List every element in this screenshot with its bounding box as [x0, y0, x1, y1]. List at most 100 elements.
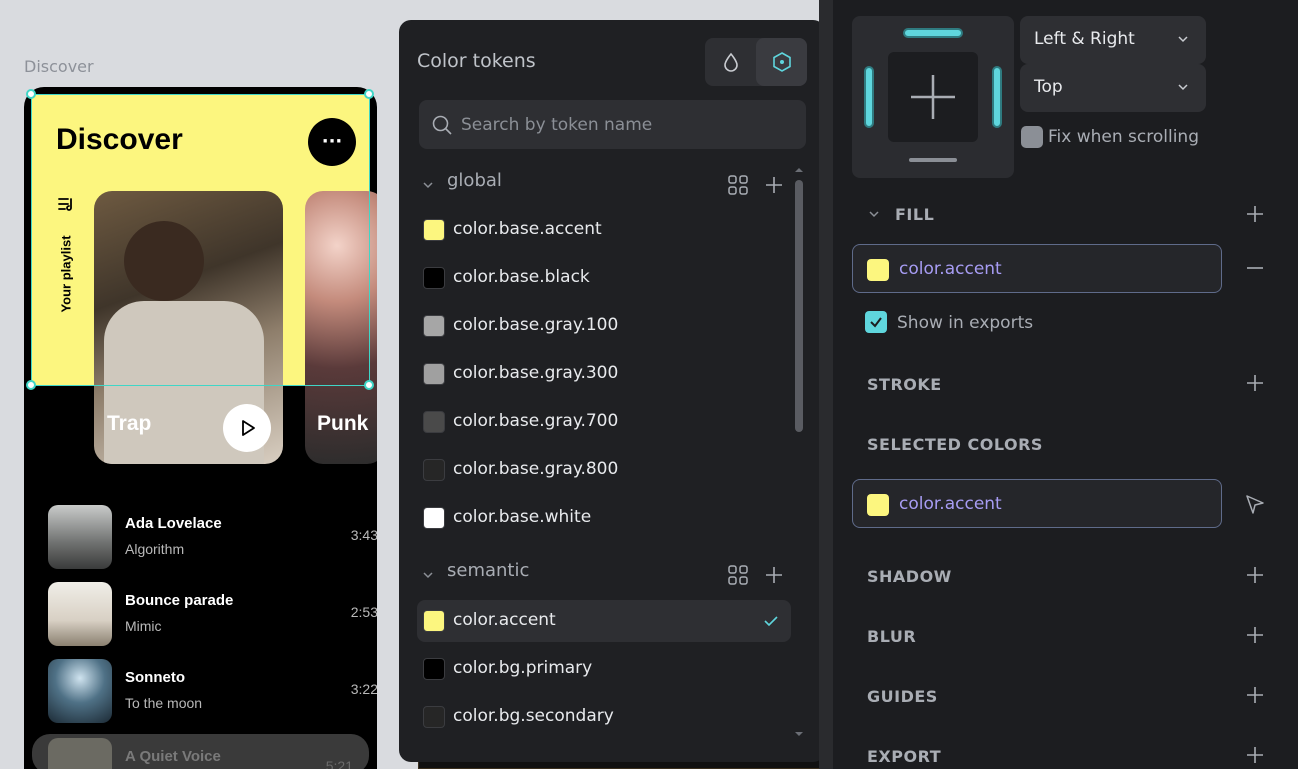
fill-token-name[interactable]: color.accent — [899, 259, 1002, 279]
track-artist: Mimic — [125, 618, 162, 634]
token-item[interactable]: color.bg.primary — [417, 648, 791, 690]
token-item[interactable]: color.base.gray.300 — [417, 353, 791, 395]
group-name: global — [447, 170, 502, 191]
frame-label[interactable]: Discover — [24, 57, 94, 76]
track-title: A Quiet Voice — [125, 748, 221, 765]
design-panel[interactable]: Left & Right Top Fix when scrolling FILL… — [833, 0, 1298, 769]
add-guide-icon[interactable] — [1243, 683, 1267, 707]
show-in-exports-label[interactable]: Show in exports — [897, 313, 1033, 333]
token-name: color.base.gray.700 — [453, 411, 619, 431]
panel-title: Color tokens — [417, 50, 536, 72]
token-view-button[interactable] — [756, 38, 807, 86]
resize-handle-tr[interactable] — [364, 89, 374, 99]
token-item[interactable]: color.bg.secondary — [417, 696, 791, 738]
selection-box[interactable] — [31, 94, 370, 386]
add-blur-icon[interactable] — [1243, 623, 1267, 647]
token-search[interactable] — [419, 100, 806, 149]
scrollbar-thumb[interactable] — [795, 180, 803, 432]
track-row-playing[interactable]: A Quiet Voice 5:21 — [32, 734, 369, 769]
token-item[interactable]: color.base.gray.800 — [417, 449, 791, 491]
chevron-down-icon — [1178, 36, 1188, 43]
token-swatch — [423, 610, 445, 632]
plus-icon — [911, 75, 955, 119]
token-item[interactable]: color.base.gray.700 — [417, 401, 791, 443]
color-tokens-panel[interactable]: Color tokens global color.base.accent col… — [399, 20, 825, 762]
search-input[interactable] — [461, 100, 791, 149]
group-name: semantic — [447, 560, 530, 581]
token-name: color.bg.secondary — [453, 706, 614, 726]
token-name: color.base.white — [453, 507, 592, 527]
dropdown-value: Left & Right — [1034, 29, 1135, 49]
scroll-down-icon[interactable] — [793, 730, 805, 738]
panel-divider — [819, 0, 833, 769]
token-name: color.bg.primary — [453, 658, 593, 678]
track-row[interactable]: Ada Lovelace Algorithm 3:43 — [48, 505, 377, 569]
resize-handle-br[interactable] — [364, 380, 374, 390]
chevron-down-icon[interactable] — [421, 568, 435, 582]
fill-token-row[interactable]: color.accent — [852, 244, 1222, 293]
group-header-semantic[interactable]: semantic — [417, 560, 789, 590]
drop-icon — [723, 52, 738, 72]
fill-swatch[interactable] — [867, 259, 889, 281]
add-fill-icon[interactable] — [1243, 202, 1267, 226]
play-button[interactable] — [223, 404, 271, 452]
track-thumbnail — [48, 582, 112, 646]
add-token-icon[interactable] — [763, 564, 785, 586]
token-item[interactable]: color.accent — [417, 600, 791, 642]
fix-scrolling-checkbox[interactable] — [1021, 126, 1043, 148]
track-thumbnail — [48, 659, 112, 723]
selected-color-token[interactable]: color.accent — [899, 494, 1002, 514]
constraint-bottom[interactable] — [909, 158, 957, 162]
token-name: color.base.gray.800 — [453, 459, 619, 479]
group-header-global[interactable]: global — [417, 170, 789, 200]
check-icon — [870, 317, 882, 328]
vertical-constraint-dropdown[interactable]: Top — [1020, 64, 1206, 112]
constraint-right[interactable] — [992, 66, 1002, 128]
remove-fill-icon[interactable] — [1243, 256, 1267, 280]
chevron-down-icon[interactable] — [867, 207, 881, 221]
constraints-widget[interactable] — [852, 16, 1014, 178]
select-cursor-icon[interactable] — [1243, 492, 1267, 516]
token-name: color.accent — [453, 610, 556, 630]
chevron-down-icon[interactable] — [421, 178, 435, 192]
token-name: color.base.black — [453, 267, 590, 287]
fix-scrolling-label[interactable]: Fix when scrolling — [1048, 127, 1199, 147]
token-swatch — [423, 315, 445, 337]
constraint-left[interactable] — [864, 66, 874, 128]
chevron-down-icon — [1178, 84, 1188, 91]
add-token-icon[interactable] — [763, 174, 785, 196]
export-section-title: EXPORT — [867, 747, 942, 766]
token-swatch — [423, 267, 445, 289]
track-row[interactable]: Sonneto To the moon 3:22 — [48, 659, 377, 723]
add-stroke-icon[interactable] — [1243, 371, 1267, 395]
token-swatch — [423, 706, 445, 728]
selected-color-row[interactable]: color.accent — [852, 479, 1222, 528]
color-view-button[interactable] — [705, 38, 756, 86]
resize-handle-bl[interactable] — [26, 380, 36, 390]
token-swatch — [423, 411, 445, 433]
track-duration: 3:22 — [350, 681, 377, 697]
horizontal-constraint-dropdown[interactable]: Left & Right — [1020, 16, 1206, 64]
fill-section-title: FILL — [895, 205, 935, 224]
selected-color-swatch[interactable] — [867, 494, 889, 516]
token-item[interactable]: color.base.black — [417, 257, 791, 299]
resize-handle-tl[interactable] — [26, 89, 36, 99]
constraint-top[interactable] — [903, 28, 963, 38]
show-in-exports-checkbox[interactable] — [865, 311, 887, 333]
track-thumbnail — [48, 738, 112, 769]
token-swatch — [423, 507, 445, 529]
token-swatch — [423, 363, 445, 385]
token-item[interactable]: color.base.white — [417, 497, 791, 539]
grid-view-icon[interactable] — [727, 174, 749, 196]
track-title: Sonneto — [125, 669, 185, 686]
grid-view-icon[interactable] — [727, 564, 749, 586]
track-row[interactable]: Bounce parade Mimic 2:53 — [48, 582, 377, 646]
view-toggle[interactable] — [705, 38, 807, 86]
token-item[interactable]: color.base.accent — [417, 209, 791, 251]
dropdown-value: Top — [1034, 77, 1063, 97]
token-item[interactable]: color.base.gray.100 — [417, 305, 791, 347]
token-name: color.base.gray.100 — [453, 315, 619, 335]
add-shadow-icon[interactable] — [1243, 563, 1267, 587]
add-export-icon[interactable] — [1243, 743, 1267, 767]
scroll-up-icon[interactable] — [793, 166, 805, 174]
